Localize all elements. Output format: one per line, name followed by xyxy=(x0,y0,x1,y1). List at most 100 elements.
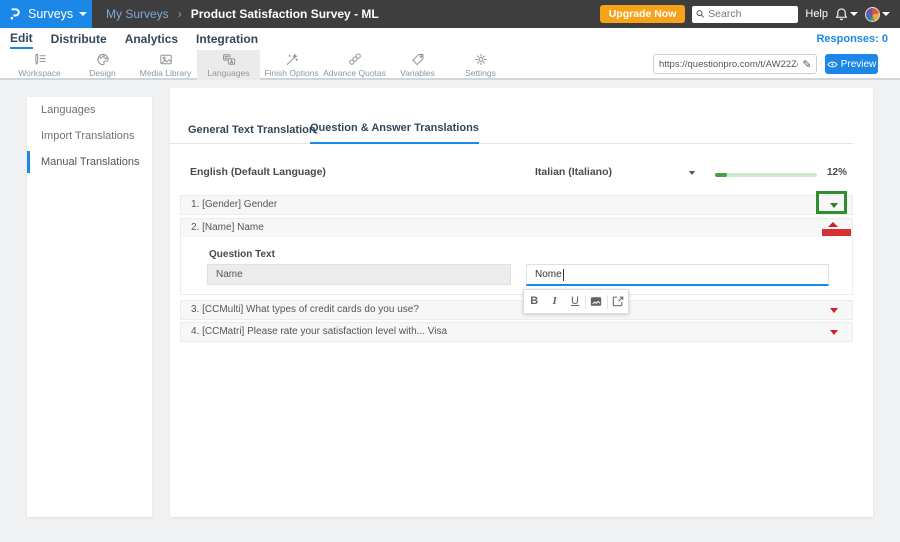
preview-label: Preview xyxy=(840,58,877,70)
breadcrumb: My Surveys › Product Satisfaction Survey… xyxy=(106,7,379,21)
translation-text-field[interactable]: Nome xyxy=(526,264,829,286)
survey-url[interactable]: https://questionpro.com/t/AW22Zd1S1 xyxy=(654,59,798,70)
chevron-down-icon[interactable] xyxy=(689,171,695,175)
sidebar-item-import-translations[interactable]: Import Translations xyxy=(27,123,152,149)
translation-progress-bar xyxy=(715,173,817,177)
expand-chevron-down-icon[interactable] xyxy=(830,330,838,335)
chevron-down-icon xyxy=(79,12,88,16)
manual-translations-panel: General Text Translation Question & Answ… xyxy=(170,88,873,517)
nav-item-integration[interactable]: Integration xyxy=(196,30,258,48)
italic-button[interactable]: I xyxy=(544,290,564,313)
question-label: 3. [CCMulti] What types of credit cards … xyxy=(191,304,419,315)
tool-workspace[interactable]: Workspace xyxy=(8,50,71,80)
expand-chevron-down-icon[interactable] xyxy=(830,203,838,208)
question-translation-editor: Question Text Nome xyxy=(180,237,853,295)
survey-url-box: https://questionpro.com/t/AW22Zd1S1 ✎ xyxy=(653,54,817,74)
tool-languages[interactable]: Languages xyxy=(197,50,260,80)
notifications-menu[interactable] xyxy=(835,7,858,21)
tool-label: Media Library xyxy=(139,68,192,78)
collapse-chevron-up-icon[interactable] xyxy=(828,222,838,227)
top-bar-actions: Upgrade Now Help xyxy=(599,5,900,23)
chevron-down-icon xyxy=(882,12,890,16)
search-input[interactable] xyxy=(708,8,795,20)
avatar xyxy=(865,6,880,22)
target-language-select[interactable]: Italian (Italiano) xyxy=(535,166,612,178)
question-label: 2. [Name] Name xyxy=(191,222,264,233)
eye-icon xyxy=(827,61,838,67)
translate-icon xyxy=(222,54,235,65)
question-text-label: Question Text xyxy=(209,249,275,260)
help-link[interactable]: Help xyxy=(805,8,828,20)
workspace-icon xyxy=(34,53,46,65)
product-name: Surveys xyxy=(28,7,74,21)
bell-icon xyxy=(835,8,848,21)
chain-links-icon xyxy=(348,53,361,65)
sidebar-item-manual-translations[interactable]: Manual Translations xyxy=(27,149,152,175)
survey-title: Product Satisfaction Survey - ML xyxy=(190,7,379,21)
chevron-down-icon xyxy=(850,12,858,16)
nav-item-distribute[interactable]: Distribute xyxy=(51,30,107,48)
tool-variables[interactable]: Variables xyxy=(386,50,449,80)
nav-item-analytics[interactable]: Analytics xyxy=(125,30,178,48)
translations-sidebar: Languages Import Translations Manual Tra… xyxy=(27,97,152,517)
tool-label: Workspace xyxy=(18,68,61,78)
upgrade-now-button[interactable]: Upgrade Now xyxy=(599,5,686,23)
tool-advance-quotas[interactable]: Advance Quotas xyxy=(323,50,386,80)
translation-text-value: Nome xyxy=(535,269,562,280)
question-label: 1. [Gender] Gender xyxy=(191,199,278,210)
toolbar-items: Workspace Design Media Library Languages… xyxy=(8,50,512,80)
tab-question-answer-translations[interactable]: Question & Answer Translations xyxy=(310,122,479,144)
edit-url-pencil-icon[interactable]: ✎ xyxy=(798,58,816,71)
preview-button[interactable]: Preview xyxy=(825,54,878,74)
tab-general-text-translation[interactable]: General Text Translation xyxy=(188,124,316,144)
account-menu[interactable] xyxy=(865,6,890,22)
insert-image-button[interactable] xyxy=(586,290,606,313)
tool-label: Settings xyxy=(465,68,496,78)
question-row-ccmatri[interactable]: 4. [CCMatri] Please rate your satisfacti… xyxy=(180,322,853,342)
tag-icon xyxy=(411,53,423,66)
breadcrumb-my-surveys[interactable]: My Surveys xyxy=(106,7,169,21)
nav-item-edit[interactable]: Edit xyxy=(10,29,33,49)
breadcrumb-separator: › xyxy=(177,7,182,21)
tool-label: Variables xyxy=(400,68,435,78)
tool-label: Advance Quotas xyxy=(323,68,386,78)
question-label: 4. [CCMatri] Please rate your satisfacti… xyxy=(191,326,448,337)
search-icon xyxy=(696,10,705,18)
expand-chevron-down-icon[interactable] xyxy=(830,308,838,313)
question-row-gender[interactable]: 1. [Gender] Gender xyxy=(180,195,853,215)
image-icon xyxy=(159,54,172,65)
question-row-name[interactable]: 2. [Name] Name xyxy=(180,218,853,238)
image-icon xyxy=(591,296,602,306)
questionpro-logo-icon xyxy=(10,8,20,20)
sidebar-item-languages[interactable]: Languages xyxy=(27,97,152,123)
source-text-field xyxy=(207,264,511,285)
source-language-label: English (Default Language) xyxy=(190,166,326,178)
top-bar: Surveys My Surveys › Product Satisfactio… xyxy=(0,0,900,28)
progress-fill xyxy=(715,173,728,177)
progress-percent-label: 12% xyxy=(827,167,848,178)
survey-nav: Edit Distribute Analytics Integration Re… xyxy=(0,28,900,50)
bold-button[interactable]: B xyxy=(524,290,544,313)
gear-icon xyxy=(474,53,487,66)
question-row-ccmulti[interactable]: 3. [CCMulti] What types of credit cards … xyxy=(180,300,853,320)
palette-icon xyxy=(96,53,109,66)
magic-wand-icon xyxy=(286,53,298,65)
tool-label: Design xyxy=(89,68,116,78)
external-link-icon xyxy=(612,296,624,307)
responses-count[interactable]: Responses: 0 xyxy=(816,33,888,45)
translation-tabs: General Text Translation Question & Answ… xyxy=(170,118,853,144)
search-box[interactable] xyxy=(692,5,799,23)
underline-button[interactable]: U xyxy=(565,290,585,313)
red-marker-annotation xyxy=(822,229,851,236)
formatting-toolbar: B I U xyxy=(523,289,629,314)
open-editor-button[interactable] xyxy=(608,290,628,313)
tool-finish-options[interactable]: Finish Options xyxy=(260,50,323,80)
tool-media-library[interactable]: Media Library xyxy=(134,50,197,80)
surveys-product-switcher[interactable]: Surveys xyxy=(0,0,92,28)
tool-label: Languages xyxy=(207,68,250,78)
tool-label: Finish Options xyxy=(264,68,319,78)
tool-settings[interactable]: Settings xyxy=(449,50,512,80)
edit-toolbar: Workspace Design Media Library Languages… xyxy=(0,50,900,80)
text-cursor xyxy=(562,268,564,281)
tool-design[interactable]: Design xyxy=(71,50,134,80)
